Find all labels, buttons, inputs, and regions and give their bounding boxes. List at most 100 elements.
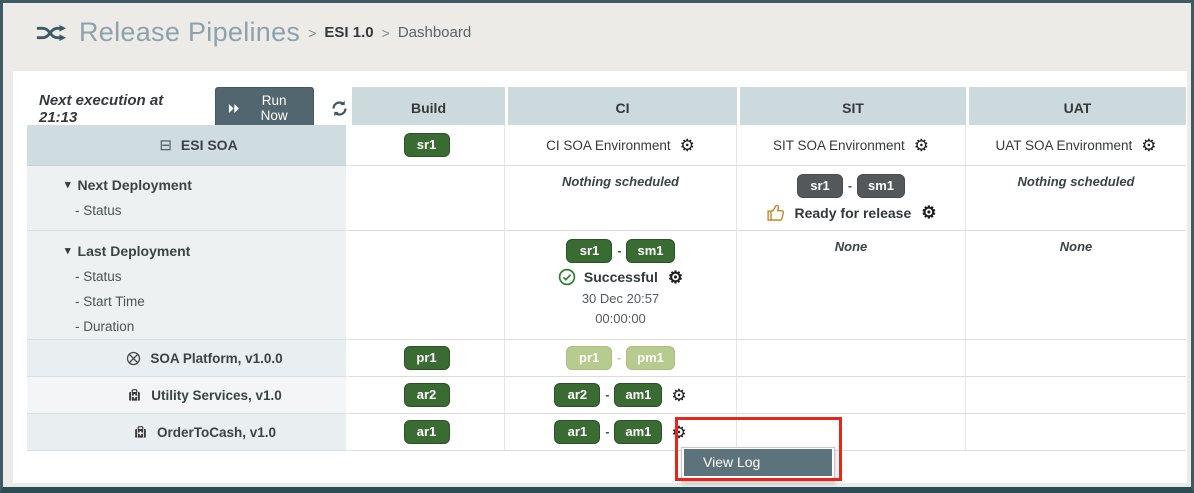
sit-empty-cell	[737, 414, 966, 451]
ci-tags-cell: ar1 - am1 ⚙	[505, 414, 737, 451]
uat-empty-cell	[966, 340, 1186, 377]
app-window: Release Pipelines > ESI 1.0 > Dashboard …	[0, 0, 1194, 493]
uat-environment-cell: UAT SOA Environment ⚙	[966, 125, 1186, 166]
last-deployment-label: Last Deployment	[78, 239, 191, 264]
gear-icon[interactable]: ⚙	[914, 137, 929, 154]
build-empty-cell	[349, 166, 505, 231]
app-name: SOA Platform, v1.0.0	[150, 351, 282, 366]
sit-last-status: None	[835, 239, 868, 254]
uat-last-deployment-cell: None	[966, 231, 1186, 340]
run-now-label: Run Now	[247, 93, 301, 123]
ci-next-deployment-cell: Nothing scheduled	[505, 166, 737, 231]
sit-environment-name: SIT SOA Environment	[773, 138, 905, 153]
gear-icon[interactable]: ⚙	[921, 204, 936, 221]
context-menu: View Log	[681, 447, 835, 482]
sit-next-status: Ready for release	[795, 205, 912, 221]
breadcrumb-release[interactable]: ESI 1.0	[324, 24, 373, 41]
sit-empty-cell	[737, 340, 966, 377]
last-deployment-sub-duration: - Duration	[27, 314, 134, 339]
gear-icon[interactable]: ⚙	[668, 269, 683, 286]
menu-item-view-log[interactable]: View Log	[684, 449, 832, 476]
tag-separator: -	[617, 351, 621, 365]
tag-separator: -	[605, 388, 609, 402]
refresh-icon[interactable]	[330, 99, 349, 118]
build-tag-cell: sr1	[349, 125, 505, 166]
last-deployment-sub-start-time: - Start Time	[27, 289, 145, 314]
release-tag-badge: am1	[614, 383, 662, 407]
build-tag-cell: pr1	[349, 340, 505, 377]
breadcrumb-separator: >	[382, 25, 390, 41]
next-deployment-row: ▾ Next Deployment - Status Nothing sched…	[27, 166, 1186, 231]
ci-last-duration: 00:00:00	[595, 311, 646, 326]
gear-icon[interactable]: ⚙	[680, 137, 695, 154]
app-name: Utility Services, v1.0	[151, 388, 282, 403]
app-row-utility-services: Utility Services, v1.0 ar2 ar2 - am1 ⚙	[27, 377, 1186, 414]
next-execution-label: Next execution at 21:13	[39, 92, 201, 126]
tag-separator: -	[605, 425, 609, 439]
uat-next-deployment-cell: Nothing scheduled	[966, 166, 1186, 231]
sit-last-deployment-cell: None	[737, 231, 966, 340]
release-tag-badge: ar2	[554, 383, 600, 407]
build-tag-badge: pr1	[404, 346, 450, 370]
last-deployment-row: ▾ Last Deployment - Status - Start Time …	[27, 231, 1186, 340]
release-tag-badge: sm1	[626, 239, 674, 263]
thumbs-up-icon	[766, 203, 787, 222]
page-title: Release Pipelines	[79, 17, 300, 48]
caret-down-icon: ▾	[65, 239, 71, 264]
build-tag-cell: ar1	[349, 414, 505, 451]
sit-next-deployment-cell: sr1 - sm1 Ready for release ⚙	[737, 166, 966, 231]
app-name: OrderToCash, v1.0	[157, 425, 276, 440]
app-name-cell: Utility Services, v1.0	[27, 377, 349, 414]
last-deployment-sub-status: - Status	[27, 264, 122, 289]
uat-empty-cell	[966, 414, 1186, 451]
gear-icon[interactable]: ⚙	[671, 387, 686, 404]
pipeline-shuffle-icon	[35, 19, 67, 47]
column-header-ci: CI	[505, 87, 737, 130]
release-tag-badge: sr1	[566, 239, 612, 263]
uat-environment-name: UAT SOA Environment	[995, 138, 1132, 153]
column-header-uat: UAT	[966, 87, 1186, 130]
column-header-sit: SIT	[737, 87, 966, 130]
ci-next-status: Nothing scheduled	[562, 174, 679, 189]
page-header: Release Pipelines > ESI 1.0 > Dashboard	[35, 17, 471, 48]
app-row-ordertocash: OrderToCash, v1.0 ar1 ar1 - am1 ⚙	[27, 414, 1186, 451]
run-now-button[interactable]: Run Now	[215, 87, 314, 130]
ci-environment-cell: CI SOA Environment ⚙	[505, 125, 737, 166]
breadcrumb-separator: >	[308, 25, 316, 41]
ci-last-status: Successful	[584, 269, 658, 285]
ci-tags-cell: pr1 - pm1	[505, 340, 737, 377]
build-empty-cell	[349, 231, 505, 340]
next-deployment-sub-status: - Status	[27, 198, 122, 223]
ci-last-deployment-cell: sr1 - sm1 Successful ⚙ 30 Dec 20:57 00:0…	[505, 231, 737, 340]
ci-last-start-time: 30 Dec 20:57	[582, 291, 659, 306]
build-tag-badge: ar2	[404, 383, 450, 407]
release-tag-badge: am1	[614, 420, 662, 444]
app-row-soa-platform: SOA Platform, v1.0.0 pr1 pr1 - pm1	[27, 340, 1186, 377]
fast-forward-icon	[228, 103, 241, 114]
build-tag-badge: sr1	[404, 133, 450, 157]
collapse-icon[interactable]: ⊟	[159, 136, 172, 154]
ci-environment-name: CI SOA Environment	[546, 138, 671, 153]
last-deployment-label-cell: ▾ Last Deployment - Status - Start Time …	[27, 231, 349, 340]
pipeline-row: ⊟ ESI SOA sr1 CI SOA Environment ⚙ SIT S…	[27, 125, 1186, 166]
pipeline-name: ESI SOA	[181, 137, 238, 153]
next-deployment-group[interactable]: ▾ Next Deployment	[65, 173, 346, 198]
gear-icon[interactable]: ⚙	[671, 424, 686, 441]
column-header-build: Build	[349, 87, 505, 130]
table-header-row: Next execution at 21:13 Run Now	[27, 87, 1186, 125]
caret-down-icon: ▾	[65, 173, 71, 198]
uat-empty-cell	[966, 377, 1186, 414]
next-deployment-label-cell: ▾ Next Deployment - Status	[27, 166, 349, 231]
build-tag-cell: ar2	[349, 377, 505, 414]
gear-icon[interactable]: ⚙	[1141, 137, 1156, 154]
release-tag-badge: sr1	[797, 174, 843, 198]
pipeline-table: Next execution at 21:13 Run Now	[27, 87, 1186, 451]
breadcrumb-page[interactable]: Dashboard	[398, 24, 471, 41]
ci-tags-cell: ar2 - am1 ⚙	[505, 377, 737, 414]
sit-environment-cell: SIT SOA Environment ⚙	[737, 125, 966, 166]
tag-separator: -	[848, 179, 852, 193]
last-deployment-group[interactable]: ▾ Last Deployment	[65, 239, 346, 264]
package-icon	[133, 425, 148, 440]
success-check-icon	[558, 268, 576, 286]
platform-icon	[126, 351, 141, 366]
